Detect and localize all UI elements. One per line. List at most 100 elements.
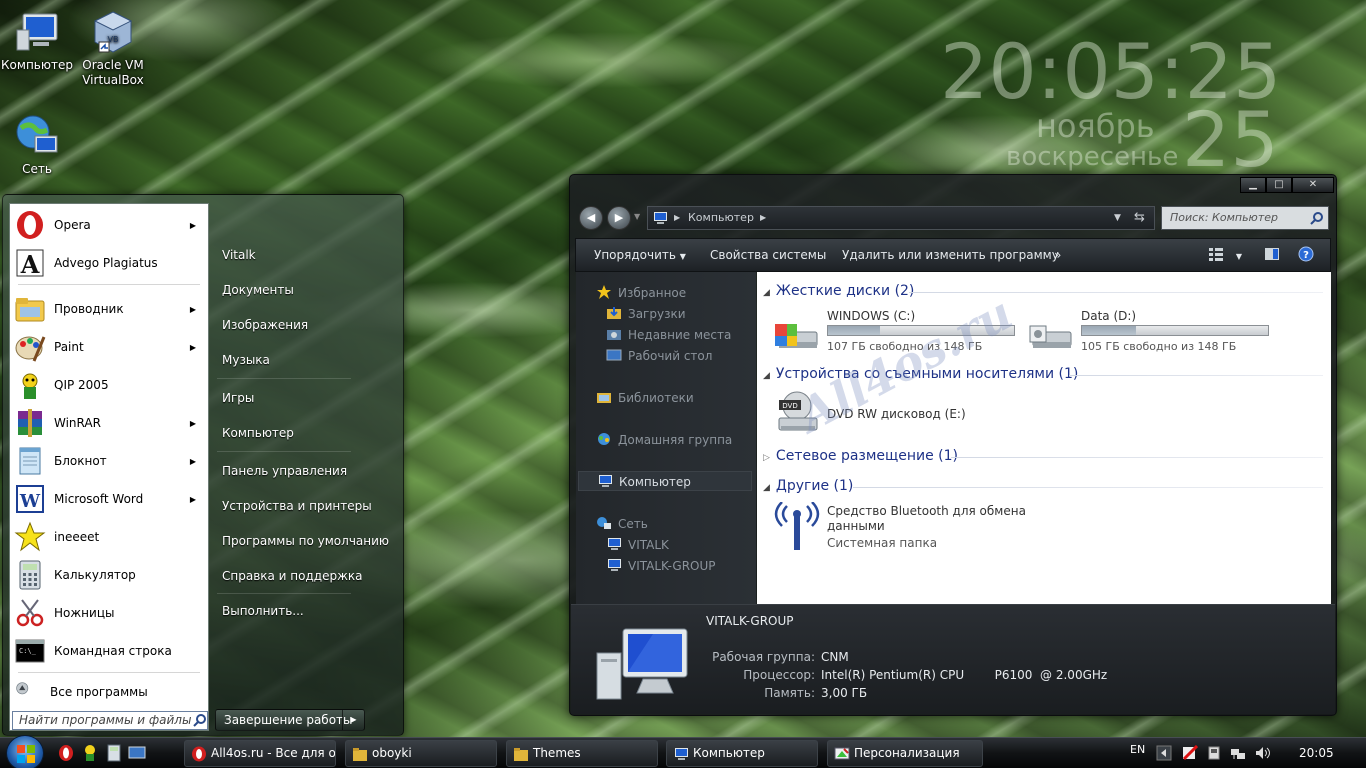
start-right-devices[interactable]: Устройства и принтеры: [222, 499, 372, 513]
recent-pages-dropdown-icon[interactable]: ▼: [634, 212, 640, 221]
start-menu: Opera ▶ A Advego Plagiatus Проводник ▶ P…: [2, 194, 404, 736]
start-right-pictures[interactable]: Изображения: [222, 318, 308, 332]
quicklaunch-opera-icon[interactable]: [58, 744, 74, 762]
taskbar-task-oboyki[interactable]: oboyki: [345, 740, 497, 767]
submenu-arrow-icon: ▶: [189, 456, 196, 466]
address-dropdown-icon[interactable]: ▼: [1114, 207, 1121, 229]
nav-homegroup[interactable]: Домашняя группа: [596, 432, 732, 447]
program-word[interactable]: W Microsoft Word ▶: [10, 481, 208, 517]
program-explorer[interactable]: Проводник ▶: [10, 291, 208, 327]
submenu-arrow-icon: ▶: [189, 418, 196, 428]
program-calculator[interactable]: Калькулятор: [10, 557, 208, 593]
close-button[interactable]: ✕: [1292, 177, 1334, 193]
cmd-icon: C:\_: [15, 639, 45, 663]
program-paint[interactable]: Paint ▶: [10, 329, 208, 365]
program-opera[interactable]: Opera ▶: [10, 207, 208, 243]
program-cmd[interactable]: C:\_ Командная строка: [10, 633, 208, 669]
windows-logo-icon: [17, 745, 35, 763]
program-qip[interactable]: QIP 2005: [10, 367, 208, 403]
minimize-button[interactable]: ▁: [1240, 177, 1266, 193]
chevron-down-icon: ▼: [1235, 252, 1242, 261]
address-bar[interactable]: ▶ Компьютер ▶ ▼ ⇆: [647, 206, 1155, 230]
language-indicator[interactable]: EN: [1130, 743, 1145, 756]
system-properties-button[interactable]: Свойства системы: [710, 239, 826, 271]
search-icon[interactable]: [1310, 211, 1324, 225]
collapse-arrow-icon: ◢: [763, 371, 770, 381]
tray-show-hidden-icon[interactable]: [1156, 745, 1172, 761]
start-right-default-programs[interactable]: Программы по умолчанию: [222, 534, 389, 548]
tray-volume-icon[interactable]: [1254, 745, 1270, 761]
submenu-arrow-icon: ▶: [189, 220, 196, 230]
program-notepad[interactable]: Блокнот ▶: [10, 443, 208, 479]
tray-antivirus-icon[interactable]: [1182, 745, 1198, 761]
help-button[interactable]: ?: [1298, 239, 1314, 271]
organize-button[interactable]: Упорядочить ▼: [594, 239, 686, 271]
taskbar-task-opera[interactable]: All4os.ru - Все для о...: [184, 740, 336, 767]
start-right-computer[interactable]: Компьютер: [222, 426, 294, 440]
opera-icon: [192, 746, 206, 762]
breadcrumb-computer[interactable]: Компьютер: [688, 207, 754, 229]
nav-network[interactable]: Сеть: [596, 516, 648, 531]
nav-network-pc-vitalk[interactable]: VITALK: [606, 537, 669, 552]
program-scissors[interactable]: Ножницы: [10, 595, 208, 631]
start-right-user[interactable]: Vitalk: [222, 248, 256, 262]
refresh-icon[interactable]: ⇆: [1134, 207, 1145, 229]
tray-device-icon[interactable]: [1206, 745, 1222, 761]
taskbar-clock[interactable]: 20:05: [1299, 746, 1334, 760]
preview-pane-button[interactable]: [1264, 239, 1280, 271]
desktop-icon-computer[interactable]: Компьютер: [0, 8, 74, 73]
desktop-icon-virtualbox[interactable]: VB Oracle VM VirtualBox: [76, 8, 150, 88]
forward-button[interactable]: ▶: [607, 206, 631, 230]
more-commands-button[interactable]: »: [1054, 239, 1061, 271]
tray-network-icon[interactable]: [1230, 745, 1246, 761]
quicklaunch-qip-icon[interactable]: [82, 744, 98, 762]
back-button[interactable]: ◀: [579, 206, 603, 230]
word-icon: W: [16, 485, 44, 513]
libraries-icon: [597, 393, 611, 403]
details-computer-name: VITALK-GROUP: [706, 614, 794, 628]
nav-downloads[interactable]: Загрузки: [606, 306, 686, 321]
shutdown-options-arrow-icon[interactable]: ▶: [342, 710, 364, 730]
nav-computer[interactable]: Компьютер: [578, 471, 752, 491]
group-network-location[interactable]: ▷ Сетевое размещение (1): [763, 448, 958, 464]
start-right-help[interactable]: Справка и поддержка: [222, 569, 363, 583]
start-right-control-panel[interactable]: Панель управления: [222, 464, 347, 478]
quicklaunch-calculator-icon[interactable]: [106, 744, 122, 762]
taskbar-task-personalization[interactable]: Персонализация: [827, 740, 983, 767]
program-advego[interactable]: A Advego Plagiatus: [10, 245, 208, 281]
nav-network-pc-vitalk-group[interactable]: VITALK-GROUP: [606, 558, 716, 573]
start-button[interactable]: [6, 735, 44, 768]
group-hard-drives[interactable]: ◢ Жесткие диски (2): [763, 283, 914, 299]
taskbar-task-themes[interactable]: Themes: [506, 740, 658, 767]
group-other[interactable]: ◢ Другие (1): [763, 478, 853, 494]
all-programs-button[interactable]: Все программы: [10, 677, 208, 707]
maximize-button[interactable]: □: [1266, 177, 1292, 193]
collapse-arrow-icon: ◢: [763, 483, 770, 493]
computer-icon: [608, 559, 621, 571]
command-bar: Упорядочить ▼ Свойства системы Удалить и…: [575, 238, 1331, 272]
start-right-games[interactable]: Игры: [222, 391, 254, 405]
nav-desktop[interactable]: Рабочий стол: [606, 348, 712, 363]
search-icon[interactable]: [192, 713, 208, 728]
program-winrar[interactable]: WinRAR ▶: [10, 405, 208, 441]
explorer-search-input[interactable]: Поиск: Компьютер: [1161, 206, 1329, 230]
nav-label: Загрузки: [628, 307, 686, 321]
nav-libraries[interactable]: Библиотеки: [596, 390, 694, 405]
view-options-button[interactable]: ▼: [1208, 239, 1242, 271]
taskbar-task-computer[interactable]: Компьютер: [666, 740, 818, 767]
start-right-documents[interactable]: Документы: [222, 283, 294, 297]
nav-recent[interactable]: Недавние места: [606, 327, 731, 342]
desktop-icon-network[interactable]: Сеть: [0, 112, 74, 177]
start-right-run[interactable]: Выполнить...: [222, 604, 304, 618]
start-search-input[interactable]: Найти программы и файлы: [12, 711, 208, 730]
winrar-icon: [18, 409, 42, 437]
uninstall-program-button[interactable]: Удалить или изменить программу: [842, 239, 1059, 271]
hard-drive-windows-icon: [775, 324, 818, 348]
scissors-icon: [16, 599, 44, 627]
quicklaunch-show-desktop-icon[interactable]: [128, 745, 146, 761]
nav-favorites[interactable]: Избранное: [596, 285, 686, 300]
program-ineeeet[interactable]: ineeeet: [10, 519, 208, 555]
shutdown-button[interactable]: Завершение работы ▶: [215, 709, 365, 731]
start-right-music[interactable]: Музыка: [222, 353, 270, 367]
clock-gadget-day: 25: [1182, 95, 1279, 184]
